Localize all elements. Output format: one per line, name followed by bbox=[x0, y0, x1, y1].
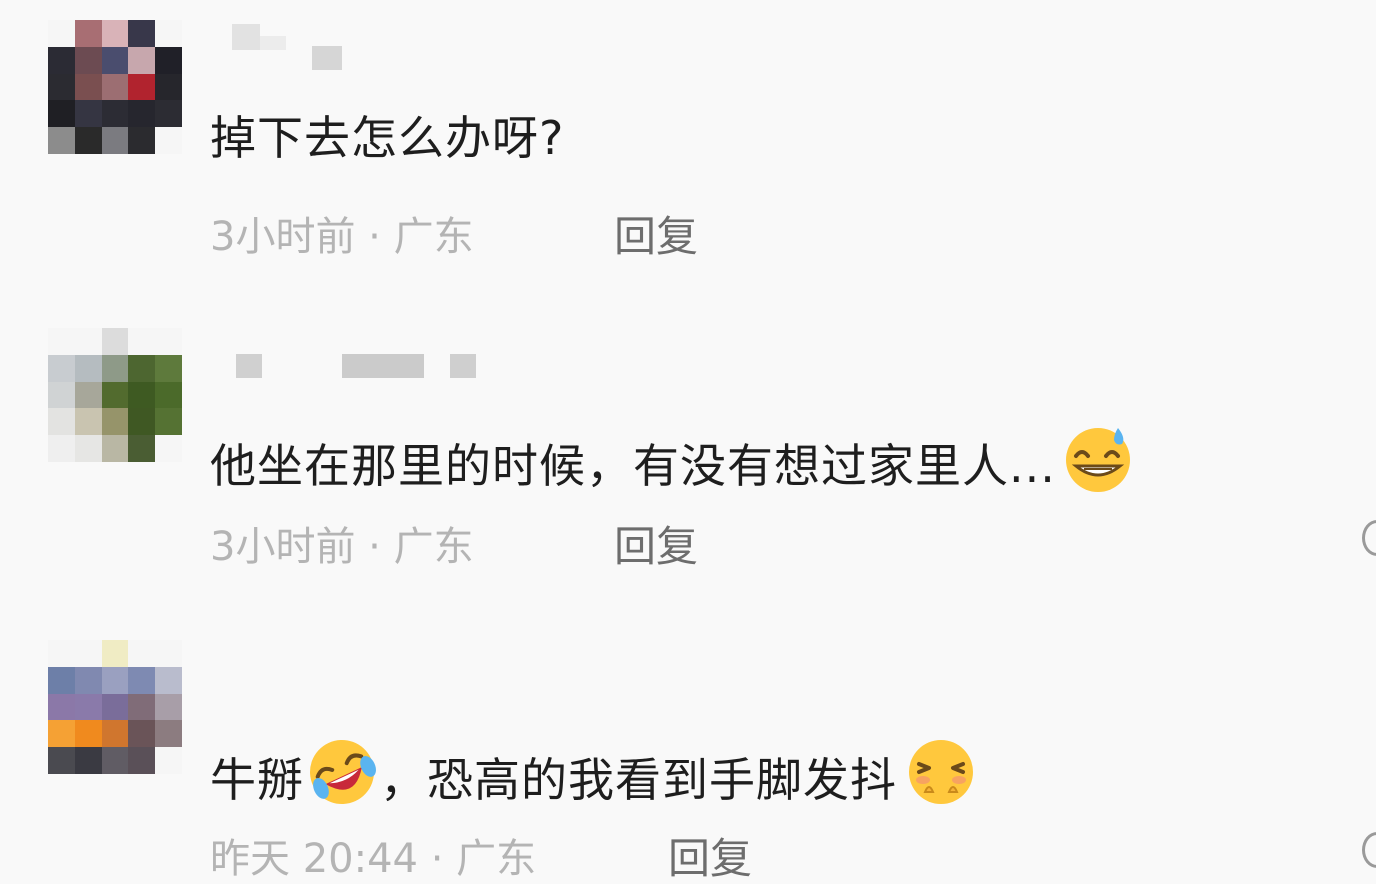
avatar[interactable] bbox=[48, 328, 182, 462]
reply-button[interactable]: 回复 bbox=[614, 212, 698, 262]
avatar[interactable] bbox=[48, 640, 182, 774]
comment-location: 广东 bbox=[456, 836, 537, 882]
meta-separator: · bbox=[430, 836, 444, 882]
like-icon[interactable] bbox=[1362, 832, 1376, 868]
comment-text-content: 他坐在那里的时候，有没有想过家里人... bbox=[210, 439, 1056, 493]
comment-time: 昨天 20:44 bbox=[210, 836, 418, 882]
comment-meta: 昨天 20:44 · 广东 bbox=[210, 834, 536, 884]
comment-text: 掉下去怎么办呀? bbox=[210, 111, 565, 165]
reply-button[interactable]: 回复 bbox=[614, 522, 698, 572]
comment-time: 3小时前 bbox=[210, 524, 356, 570]
comment-text: 牛掰 ，恐高的我看到手脚发抖 bbox=[210, 734, 979, 810]
persevering-emoji bbox=[903, 734, 979, 810]
avatar[interactable] bbox=[48, 20, 182, 154]
comment-location: 广东 bbox=[393, 214, 474, 260]
comment-meta: 3小时前 · 广东 bbox=[210, 212, 474, 262]
comment-time: 3小时前 bbox=[210, 214, 356, 260]
comment-text-part: ，恐高的我看到手脚发抖 bbox=[380, 753, 897, 807]
grinning-sweat-emoji bbox=[1060, 420, 1136, 496]
comment-location: 广东 bbox=[393, 524, 474, 570]
comment-meta: 3小时前 · 广东 bbox=[210, 522, 474, 572]
meta-separator: · bbox=[368, 524, 381, 570]
like-icon[interactable] bbox=[1362, 520, 1376, 556]
reply-button[interactable]: 回复 bbox=[668, 834, 752, 884]
meta-separator: · bbox=[368, 214, 381, 260]
comment-text-part: 牛掰 bbox=[210, 753, 304, 807]
comment-text: 他坐在那里的时候，有没有想过家里人... bbox=[210, 420, 1136, 496]
rofl-laughing-emoji bbox=[304, 734, 380, 810]
